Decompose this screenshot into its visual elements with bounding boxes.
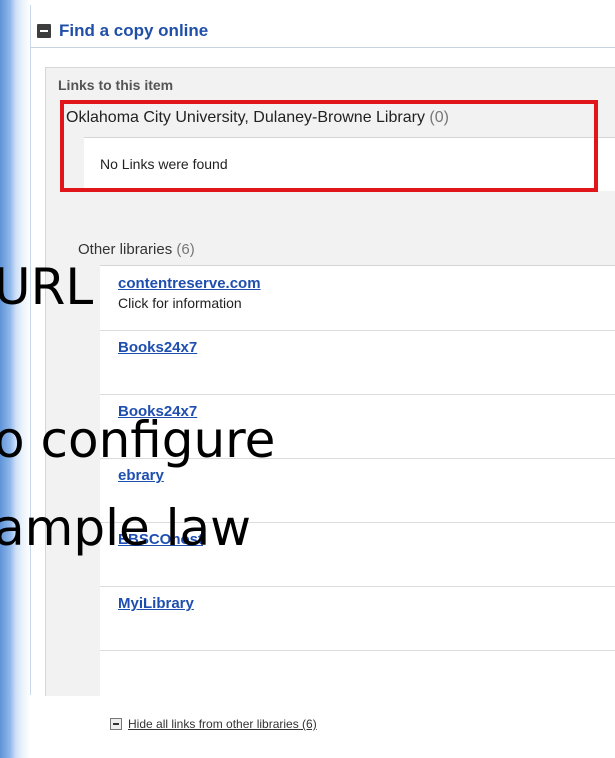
panel-title[interactable]: Find a copy online: [59, 21, 208, 41]
other-libraries-title: Other libraries (6): [78, 241, 195, 258]
library-link-subtext: Click for information: [118, 295, 242, 311]
hide-links-link[interactable]: Hide all links from other libraries (6): [128, 717, 317, 731]
other-libraries-count: (6): [176, 241, 195, 258]
overlay-line-3: ample law: [0, 499, 252, 557]
list-item: contentreserve.com Click for information: [100, 266, 615, 331]
collapse-icon[interactable]: [37, 24, 51, 38]
other-libraries-label: Other libraries: [78, 241, 173, 258]
links-section: Links to this item No Links were found O…: [45, 67, 615, 758]
library-link-books24x7[interactable]: Books24x7: [118, 339, 197, 356]
hide-links-row: Hide all links from other libraries (6): [100, 696, 615, 758]
list-item: Books24x7: [100, 330, 615, 395]
library-link-contentreserve[interactable]: contentreserve.com: [118, 275, 261, 292]
library-link-ebrary[interactable]: ebrary: [118, 467, 164, 484]
minus-icon[interactable]: [110, 718, 122, 730]
highlight-box: [60, 100, 598, 192]
library-link-myilibrary[interactable]: MyiLibrary: [118, 595, 194, 612]
panel-header[interactable]: Find a copy online: [31, 11, 615, 48]
list-item: MyiLibrary: [100, 586, 615, 651]
find-copy-panel: Find a copy online Links to this item No…: [30, 5, 615, 758]
overlay-line-2: o configure: [0, 411, 276, 469]
section-title: Links to this item: [58, 77, 174, 93]
overlay-line-1: URL: [0, 258, 94, 316]
other-libraries-list: contentreserve.com Click for information…: [100, 265, 615, 697]
